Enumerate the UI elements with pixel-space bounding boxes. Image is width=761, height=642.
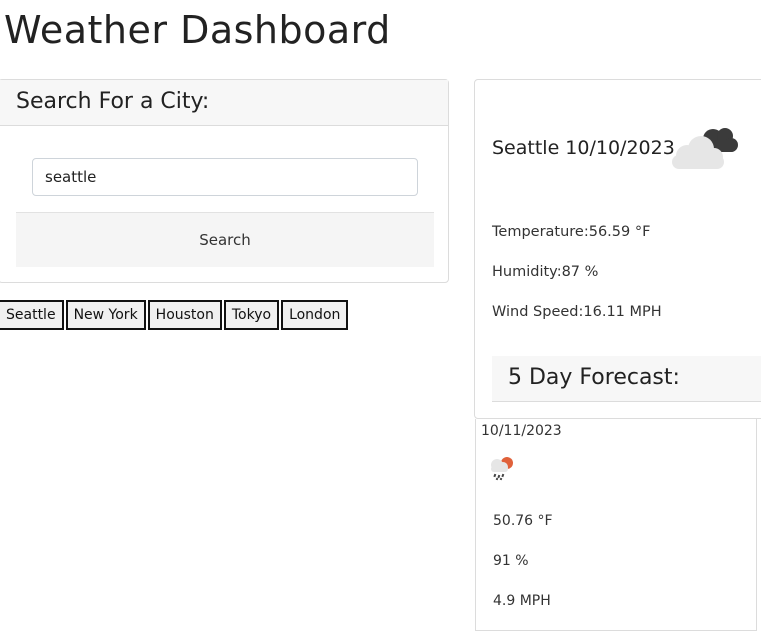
- rain-sun-icon: [488, 453, 518, 487]
- current-weather-card: Seattle 10/10/2023 Temperature:56.59 °F …: [474, 79, 761, 419]
- history-button-houston[interactable]: Houston: [147, 300, 222, 330]
- page-title: Weather Dashboard: [4, 8, 391, 52]
- forecast-heading: 5 Day Forecast:: [492, 356, 761, 402]
- history-button-tokyo[interactable]: Tokyo: [223, 300, 280, 330]
- search-input[interactable]: [32, 158, 418, 196]
- cloud-icon: [669, 122, 743, 174]
- current-humidity: Humidity:87 %: [492, 264, 599, 280]
- forecast-wind: 4.9 MPH: [493, 593, 551, 609]
- search-heading: Search For a City:: [0, 80, 448, 126]
- history-button-new-york[interactable]: New York: [65, 300, 146, 330]
- search-card: Search For a City: Search: [0, 79, 449, 283]
- search-history: Seattle New York Houston Tokyo London: [0, 300, 349, 330]
- history-button-london[interactable]: London: [281, 300, 349, 330]
- forecast-card: 10/11/2023 50.76 °F 91 % 4.9 MPH: [475, 419, 757, 631]
- forecast-date: 10/11/2023: [481, 423, 562, 439]
- forecast-humidity: 91 %: [493, 553, 529, 569]
- current-temperature: Temperature:56.59 °F: [492, 224, 651, 240]
- search-button[interactable]: Search: [16, 212, 434, 267]
- current-wind-speed: Wind Speed:16.11 MPH: [492, 304, 662, 320]
- history-button-seattle[interactable]: Seattle: [0, 300, 64, 330]
- forecast-temp: 50.76 °F: [493, 513, 553, 529]
- current-city-date: Seattle 10/10/2023: [492, 137, 675, 159]
